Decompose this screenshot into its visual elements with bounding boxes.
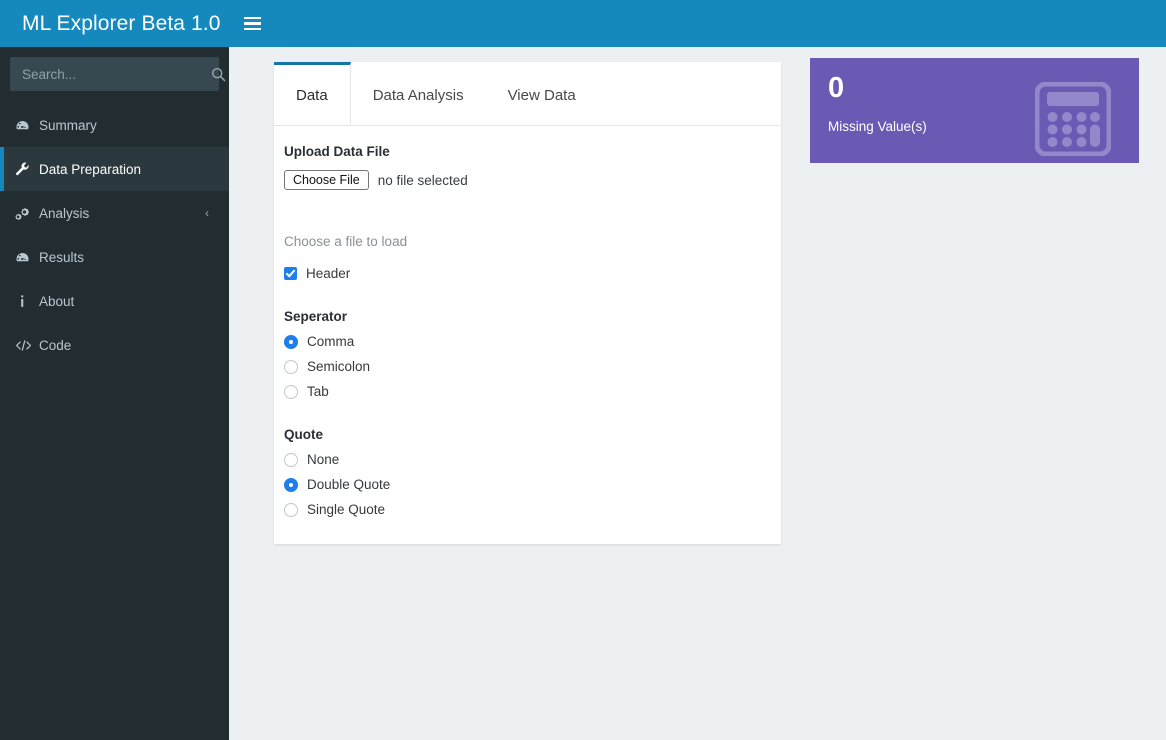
chevron-left-icon: ‹ xyxy=(205,206,209,220)
sidebar-item-label: Data Preparation xyxy=(39,161,142,177)
separator-section-title: Seperator xyxy=(284,309,348,324)
radio-label: Semicolon xyxy=(307,359,371,374)
missing-values-stat-box: 0 Missing Value(s) xyxy=(810,58,1139,163)
search-button[interactable] xyxy=(211,57,226,91)
info-icon xyxy=(15,294,39,309)
sidebar-item-label: About xyxy=(39,293,75,309)
sidebar-item-summary[interactable]: Summary xyxy=(0,103,229,147)
app-title: ML Explorer Beta 1.0 xyxy=(0,0,229,47)
radio-tab[interactable] xyxy=(284,384,298,399)
radio-none[interactable] xyxy=(284,452,298,467)
radio-comma[interactable] xyxy=(284,334,298,349)
file-hint-text: Choose a file to load xyxy=(284,234,408,249)
tab-panel-data: Upload Data File Choose File no file sel… xyxy=(274,126,781,544)
separator-option-tab[interactable]: Tab xyxy=(274,379,781,404)
radio-semicolon[interactable] xyxy=(284,359,298,374)
sidebar-item-label: Results xyxy=(39,249,85,265)
sidebar-search[interactable] xyxy=(10,57,226,91)
file-upload-row: Choose File no file selected xyxy=(274,170,781,190)
data-preparation-card: Data Data Analysis View Data Upload Data… xyxy=(274,62,781,544)
tab-strip: Data Data Analysis View Data xyxy=(274,62,781,126)
radio-label: None xyxy=(307,452,340,467)
radio-label: Double Quote xyxy=(307,477,391,492)
calculator-icon xyxy=(1035,82,1111,156)
quote-option-double[interactable]: Double Quote xyxy=(274,472,781,497)
tab-view-data[interactable]: View Data xyxy=(486,62,598,126)
quote-option-single[interactable]: Single Quote xyxy=(274,497,781,522)
quote-section-title: Quote xyxy=(284,427,323,442)
file-status-text: no file selected xyxy=(377,172,468,188)
radio-label: Single Quote xyxy=(307,502,386,517)
tab-data[interactable]: Data xyxy=(274,62,351,126)
upload-section-title: Upload Data File xyxy=(284,144,390,159)
wrench-icon xyxy=(15,162,39,177)
top-header-bar: ML Explorer Beta 1.0 xyxy=(0,0,1166,47)
choose-file-button[interactable]: Choose File xyxy=(284,170,369,190)
tab-data-analysis[interactable]: Data Analysis xyxy=(351,62,486,126)
sidebar-item-code[interactable]: Code xyxy=(0,323,229,367)
search-input[interactable] xyxy=(10,57,211,91)
tachometer-icon xyxy=(15,250,39,265)
sidebar: Summary Data Preparation Analysis ‹ Resu… xyxy=(0,47,229,740)
sidebar-item-results[interactable]: Results xyxy=(0,235,229,279)
quote-option-none[interactable]: None xyxy=(274,447,781,472)
tachometer-icon xyxy=(15,118,39,133)
sidebar-toggle-button[interactable] xyxy=(229,0,275,47)
radio-label: Tab xyxy=(307,384,329,399)
sidebar-item-label: Analysis xyxy=(39,205,90,221)
separator-option-semicolon[interactable]: Semicolon xyxy=(274,354,781,379)
header-checkbox-row[interactable]: Header xyxy=(274,261,781,286)
cogs-icon xyxy=(15,206,39,221)
radio-double-quote[interactable] xyxy=(284,477,298,492)
hamburger-icon xyxy=(243,14,261,34)
sidebar-item-label: Summary xyxy=(39,117,97,133)
sidebar-item-data-preparation[interactable]: Data Preparation xyxy=(0,147,229,191)
header-checkbox-label: Header xyxy=(306,266,351,281)
sidebar-item-analysis[interactable]: Analysis ‹ xyxy=(0,191,229,235)
header-checkbox[interactable] xyxy=(284,267,297,280)
code-icon xyxy=(15,338,39,353)
main-content: Data Data Analysis View Data Upload Data… xyxy=(229,47,1166,740)
radio-label: Comma xyxy=(307,334,355,349)
radio-single-quote[interactable] xyxy=(284,502,298,517)
sidebar-item-about[interactable]: About xyxy=(0,279,229,323)
sidebar-item-label: Code xyxy=(39,337,72,353)
separator-option-comma[interactable]: Comma xyxy=(274,329,781,354)
search-icon xyxy=(211,67,226,81)
